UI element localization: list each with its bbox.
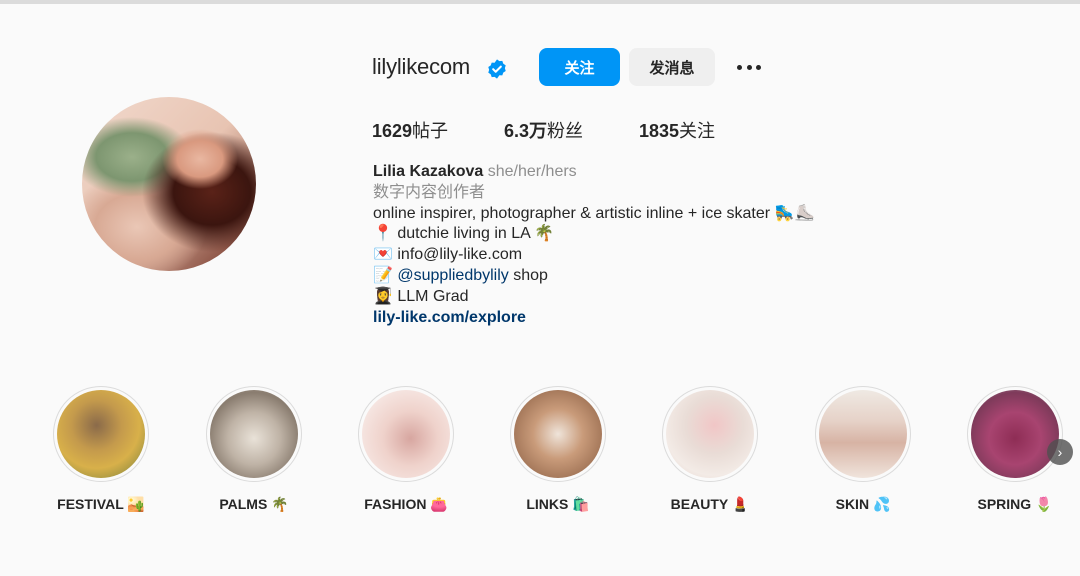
highlight-label: BEAUTY 💄 [670, 496, 750, 512]
message-button[interactable]: 发消息 [629, 48, 715, 86]
highlight-label: PALMS 🌴 [219, 496, 289, 512]
highlight-cover [666, 390, 754, 478]
bio-line: 👩‍🎓 LLM Grad [373, 287, 469, 305]
mention-link[interactable]: @suppliedbylily [397, 267, 508, 284]
highlight-ring [53, 386, 149, 482]
more-dot [746, 64, 752, 70]
followers-label: 粉丝 [547, 121, 584, 141]
profile-avatar[interactable] [82, 97, 256, 271]
highlight-skin[interactable]: SKIN 💦 [815, 386, 911, 512]
posts-count: 1629 [372, 121, 413, 141]
followers-count: 6.3万 [504, 121, 548, 141]
highlight-label: LINKS 🛍️ [526, 496, 590, 512]
highlight-beauty[interactable]: BEAUTY 💄 [662, 386, 758, 512]
highlight-spring[interactable]: SPRING 🌷 [967, 386, 1063, 512]
bio-line: online inspirer, photographer & artistic… [373, 204, 815, 222]
highlight-cover [971, 390, 1059, 478]
highlight-cover [210, 390, 298, 478]
bio-mention-line: 📝 @suppliedbylily shop [373, 266, 814, 287]
bio-line: 💌 info@lily-like.com [373, 246, 523, 264]
highlight-ring [815, 386, 911, 482]
followers-stat[interactable]: 6.3万粉丝 [504, 117, 583, 143]
following-label: 关注 [679, 121, 716, 141]
profile-username: lilylikecom [372, 54, 471, 79]
website-link[interactable]: lily-like.com/explore [373, 308, 814, 329]
bio-line: 📍 dutchie living in LA 🌴 [373, 225, 555, 243]
more-dot [756, 64, 761, 70]
highlight-ring [206, 386, 302, 482]
highlight-ring [358, 386, 454, 482]
verified-badge-icon [488, 59, 506, 79]
highlight-label: FASHION 👛 [364, 496, 448, 512]
highlight-label: FESTIVAL 🏜️ [57, 496, 145, 512]
chevron-right-icon[interactable]: › [1047, 439, 1073, 465]
highlight-ring [967, 386, 1063, 482]
bio-name-line: Lilia Kazakova she/her/hers [373, 162, 814, 183]
posts-label: 帖子 [412, 121, 449, 141]
highlight-cover [57, 390, 145, 478]
highlight-fashion[interactable]: FASHION 👛 [358, 386, 454, 512]
bio-line-suffix: shop [508, 266, 548, 284]
highlight-cover [819, 390, 907, 478]
profile-bio: Lilia Kazakova she/her/hers 数字内容创作者 onli… [373, 162, 814, 328]
highlight-cover [514, 390, 602, 478]
following-stat[interactable]: 1835关注 [639, 117, 715, 143]
highlight-cover [362, 390, 450, 478]
category-label: 数字内容创作者 [373, 183, 486, 201]
more-dot [737, 64, 742, 70]
posts-stat: 1629帖子 [372, 117, 448, 143]
highlight-ring [510, 386, 606, 482]
bio-line-prefix: 📝 [373, 266, 398, 284]
highlight-label: SKIN 💦 [835, 496, 891, 512]
highlight-ring [662, 386, 758, 482]
more-options-icon[interactable] [733, 54, 765, 80]
pronouns: she/her/hers [487, 163, 577, 180]
highlight-festival[interactable]: FESTIVAL 🏜️ [53, 386, 149, 512]
follow-button[interactable]: 关注 [539, 48, 620, 86]
highlight-palms[interactable]: PALMS 🌴 [206, 386, 302, 512]
following-count: 1835 [639, 121, 680, 141]
full-name: Lilia Kazakova [373, 163, 484, 180]
highlight-links[interactable]: LINKS 🛍️ [510, 386, 606, 512]
highlight-label: SPRING 🌷 [977, 496, 1053, 512]
window-top-border [0, 0, 1080, 4]
